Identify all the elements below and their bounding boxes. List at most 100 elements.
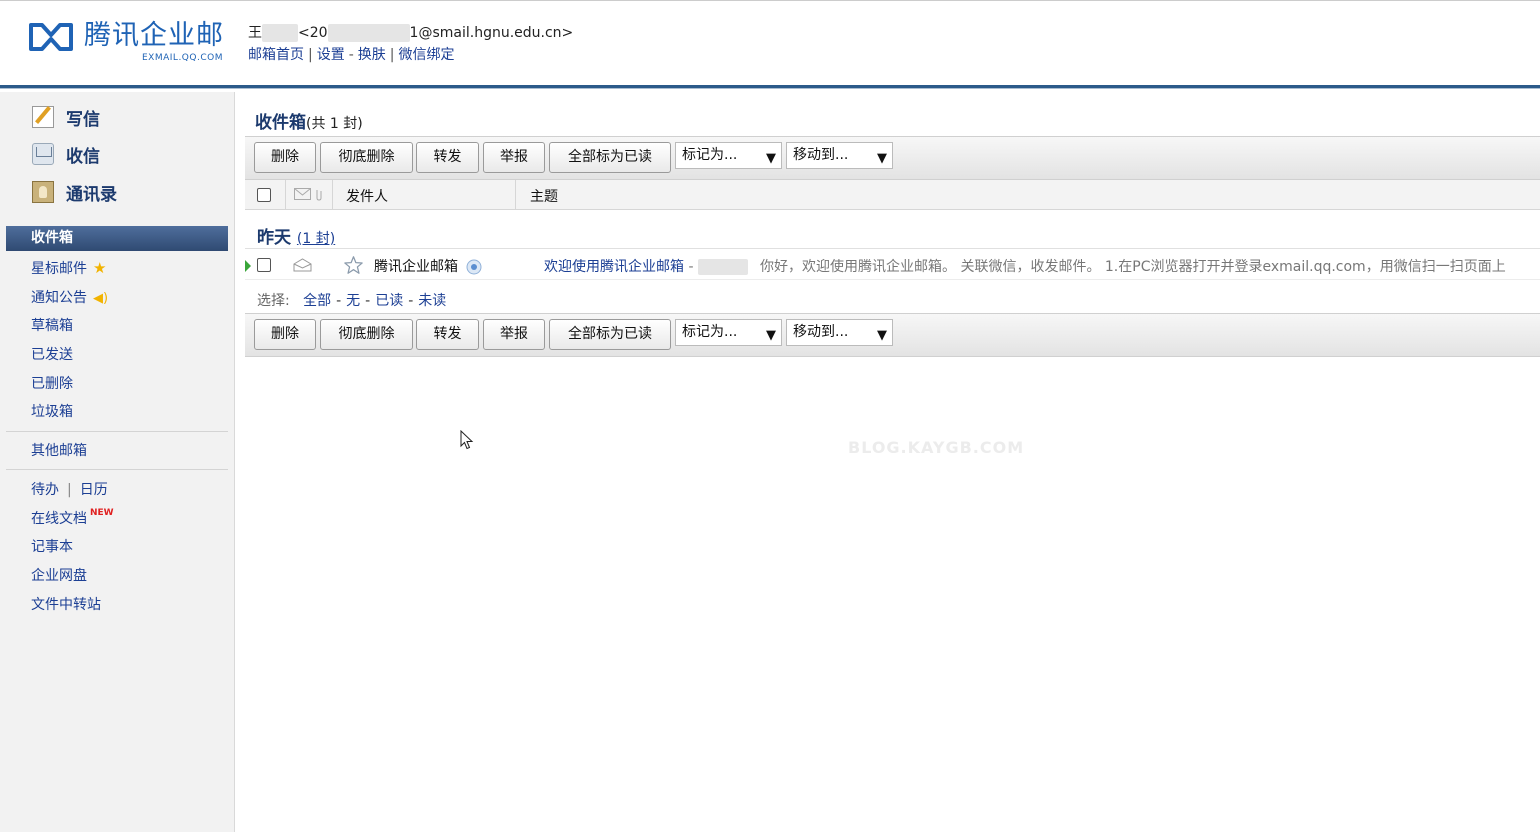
mail-sender-name: 腾讯企业邮箱	[374, 259, 458, 275]
sidebar-item-drafts[interactable]: 草稿箱	[31, 315, 73, 335]
header: 腾讯企业邮 EXMAIL.QQ.COM 王 <20 1@smail.hgnu.edu…	[0, 0, 1540, 89]
column-divider	[515, 180, 516, 210]
sidebar-item-spam[interactable]: 垃圾箱	[31, 401, 73, 421]
toolbar-bottom: 删除 彻底删除 转发 举报 全部标为已读 标记为... ▼ 移动到... ▼	[245, 313, 1540, 357]
sidebar-item-todo[interactable]: 待办	[31, 482, 59, 498]
logo-text: 腾讯企业邮	[84, 20, 224, 51]
move-to-label: 移动到...	[793, 324, 849, 340]
move-to-select[interactable]: 移动到... ▼	[786, 319, 893, 346]
list-header: 发件人 主题	[245, 180, 1540, 210]
sidebar: 写信 收信 通讯录 收件箱 星标邮件 ★ 通知公告 ◀) 草稿箱 已发送 已删除 垃…	[0, 92, 235, 832]
user-email-end: 1@smail.hgnu.edu.cn>	[409, 25, 574, 41]
link-skin[interactable]: 换肤	[358, 47, 386, 63]
top-links: 邮箱首页 | 设置 - 换肤 | 微信绑定	[248, 47, 455, 63]
column-divider	[285, 180, 286, 210]
envelope-open-icon	[293, 258, 312, 272]
move-to-label: 移动到...	[793, 147, 849, 163]
speaker-icon: ◀)	[93, 291, 109, 306]
blurred-email	[327, 24, 410, 42]
todo-calendar-row: 待办 | 日历	[31, 482, 108, 498]
mark-all-read-button[interactable]: 全部标为已读	[549, 319, 671, 350]
star-icon: ★	[93, 259, 107, 277]
selection-links: 选择: 全部 - 无 - 已读 - 未读	[257, 293, 447, 309]
link-wechat-bind[interactable]: 微信绑定	[399, 47, 455, 63]
mail-preview[interactable]: 你好，欢迎使用腾讯企业邮箱。 关联微信，收发邮件。 1.在PC浏览器打开并登录e…	[760, 256, 1506, 276]
table-row[interactable]: 腾讯企业邮箱 欢迎使用腾讯企业邮箱 - 你好，欢迎使用腾讯企业邮箱。 关联微信，…	[245, 250, 1540, 280]
sidebar-item-deleted[interactable]: 已删除	[31, 373, 73, 393]
mark-all-read-button[interactable]: 全部标为已读	[549, 142, 671, 173]
watermark: BLOG.KAYGB.COM	[848, 438, 1025, 457]
divider	[6, 431, 228, 432]
select-none-link[interactable]: 无	[346, 293, 360, 309]
delete-button[interactable]: 删除	[254, 142, 316, 173]
sidebar-item-calendar[interactable]: 日历	[80, 482, 108, 498]
main-content: 收件箱(共 1 封) 删除 彻底删除 转发 举报 全部标为已读 标记为... ▼ …	[245, 92, 1540, 832]
inbox-count: (共 1 封)	[306, 116, 363, 132]
column-divider	[332, 180, 333, 210]
select-all-checkbox[interactable]	[257, 188, 271, 202]
sidebar-item-inbox[interactable]: 收件箱	[6, 226, 228, 251]
sidebar-item-label: 通知公告	[31, 290, 87, 306]
blurred-name	[262, 24, 298, 42]
compose-button[interactable]: 写信	[32, 104, 100, 130]
group-title: 昨天 (1 封)	[257, 223, 335, 248]
sidebar-item-label: 星标邮件	[31, 261, 87, 277]
group-count[interactable]: (1 封)	[297, 231, 335, 247]
mark-as-select[interactable]: 标记为... ▼	[675, 142, 782, 169]
forward-button[interactable]: 转发	[416, 319, 479, 350]
delete-button[interactable]: 删除	[254, 319, 316, 350]
link-settings[interactable]: 设置	[317, 47, 345, 63]
sidebar-item-file-transfer[interactable]: 文件中转站	[31, 594, 101, 614]
report-button[interactable]: 举报	[483, 319, 545, 350]
mark-as-select[interactable]: 标记为... ▼	[675, 319, 782, 346]
mouse-cursor-icon	[460, 430, 474, 450]
sidebar-item-sent[interactable]: 已发送	[31, 344, 73, 364]
row-checkbox[interactable]	[257, 258, 271, 272]
new-badge: NEW	[90, 508, 114, 518]
mail-subject[interactable]: 欢迎使用腾讯企业邮箱 -	[544, 256, 748, 276]
contacts-icon	[32, 181, 54, 203]
select-unread-link[interactable]: 未读	[418, 293, 446, 309]
sidebar-item-netdisk[interactable]: 企业网盘	[31, 565, 87, 585]
perm-delete-button[interactable]: 彻底删除	[320, 319, 413, 350]
exmail-logo-icon	[29, 23, 73, 51]
receive-label: 收信	[66, 146, 100, 167]
chevron-down-icon: ▼	[877, 151, 887, 166]
sidebar-item-notices[interactable]: 通知公告 ◀)	[31, 287, 108, 307]
envelope-attachment-icon	[294, 188, 322, 201]
user-email-start: <20	[298, 25, 328, 41]
mail-subject-text: 欢迎使用腾讯企业邮箱	[544, 259, 684, 275]
sidebar-item-starred[interactable]: 星标邮件 ★	[31, 258, 106, 278]
column-sender[interactable]: 发件人	[346, 186, 388, 206]
divider	[6, 469, 228, 470]
user-account: 王 <20 1@smail.hgnu.edu.cn>	[248, 22, 573, 42]
select-label: 选择:	[257, 293, 290, 309]
chevron-down-icon: ▼	[766, 151, 776, 166]
subject-separator: -	[684, 259, 698, 275]
unread-arrow-icon	[245, 260, 251, 272]
sidebar-item-label: 在线文档	[31, 511, 87, 527]
inbox-title: 收件箱	[255, 113, 306, 133]
report-button[interactable]: 举报	[483, 142, 545, 173]
column-subject[interactable]: 主题	[530, 186, 558, 206]
sidebar-item-other-mailboxes[interactable]: 其他邮箱	[31, 440, 87, 460]
mark-as-label: 标记为...	[682, 147, 738, 163]
contacts-label: 通讯录	[66, 184, 117, 205]
forward-button[interactable]: 转发	[416, 142, 479, 173]
receive-button[interactable]: 收信	[32, 141, 100, 167]
chevron-down-icon: ▼	[766, 328, 776, 343]
sidebar-item-online-docs[interactable]: 在线文档 NEW	[31, 508, 114, 528]
link-mail-home[interactable]: 邮箱首页	[248, 47, 304, 63]
move-to-select[interactable]: 移动到... ▼	[786, 142, 893, 169]
page-title: 收件箱(共 1 封)	[255, 108, 363, 133]
star-outline-icon[interactable]	[344, 256, 363, 274]
logo-subtext: EXMAIL.QQ.COM	[142, 53, 223, 63]
contacts-button[interactable]: 通讯录	[32, 179, 117, 205]
select-all-link[interactable]: 全部	[303, 293, 331, 309]
user-name-prefix: 王	[248, 25, 262, 41]
select-read-link[interactable]: 已读	[375, 293, 403, 309]
logo[interactable]: 腾讯企业邮 EXMAIL.QQ.COM	[28, 19, 228, 65]
sidebar-item-notes[interactable]: 记事本	[31, 536, 73, 556]
receive-icon	[32, 143, 54, 165]
perm-delete-button[interactable]: 彻底删除	[320, 142, 413, 173]
